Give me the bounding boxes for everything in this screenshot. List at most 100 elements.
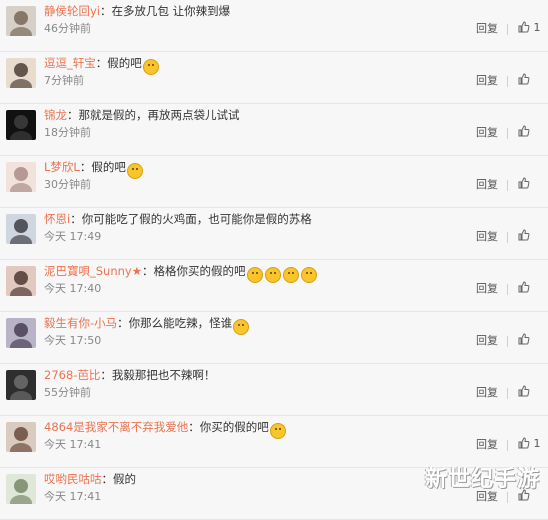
reply-button[interactable]: 回复 [476,334,498,348]
divider [507,492,508,503]
avatar[interactable] [6,318,36,348]
thumbs-up-icon [518,437,530,454]
thumbs-up-icon [518,281,530,298]
divider [507,336,508,347]
timestamp: 今天 17:40 [44,282,102,295]
username-link[interactable]: 静侯轮回yi [44,4,100,18]
comment-line: 怀恩i：你可能吃了假的火鸡面，也可能你是假的苏格 [44,210,313,228]
reply-button[interactable]: 回复 [476,282,498,296]
reply-button[interactable]: 回复 [476,230,498,244]
comment-row: 2768-芭比：我毅那把也不辣啊！ 55分钟前 回复 [0,364,548,416]
divider [507,232,508,243]
comment-line: 4864是我家不离不弃我爱他：你买的假的吧 [44,418,288,439]
comment-text: ：在多放几包 让你辣到爆 [100,4,231,18]
comment-row: 静侯轮回yi：在多放几包 让你辣到爆 46分钟前 回复 1 [0,0,548,52]
username-link[interactable]: 哎哟民咕咕 [44,472,102,486]
username-link[interactable]: 逗逗_轩宝 [44,56,96,70]
like-button[interactable] [518,124,530,142]
comment-line: 泥巴寶唄_Sunny★：格格你买的假的吧 [44,262,319,283]
thumbs-up-icon [518,125,530,142]
comment-line: 哎哟民咕咕：假的 [44,470,137,488]
laugh-emoji [142,58,159,75]
like-button[interactable] [518,228,530,246]
tongue-emoji [264,266,281,283]
comment-text: ：那就是假的，再放两点袋儿试试 [67,108,240,122]
like-button[interactable]: 1 [518,20,541,38]
timestamp: 7分钟前 [44,74,84,87]
timestamp: 今天 17:41 [44,438,102,451]
timestamp: 18分钟前 [44,126,91,139]
comment-row: 怀恩i：你可能吃了假的火鸡面，也可能你是假的苏格 今天 17:49 回复 [0,208,548,260]
comment-text: ：假的吧 [95,56,142,70]
username-link[interactable]: 锦龙 [44,108,67,122]
like-button[interactable] [518,176,530,194]
avatar[interactable] [6,110,36,140]
avatar[interactable] [6,162,36,192]
like-button[interactable] [518,384,530,402]
timestamp: 46分钟前 [44,22,91,35]
like-count: 1 [533,21,541,34]
kiss-emoji [269,422,286,439]
reply-button[interactable]: 回复 [476,22,498,36]
avatar[interactable] [6,474,36,504]
avatar[interactable] [6,266,36,296]
like-button[interactable] [518,72,530,90]
comment-text: ：假的 [101,472,137,486]
emoji-group [126,161,145,179]
comment-line: 毅生有你-小马：你那么能吃辣，怪谁 [44,314,251,335]
reply-button[interactable]: 回复 [476,126,498,140]
watermark-logo: 新世纪手游 [424,467,540,492]
comment-line: 2768-芭比：我毅那把也不辣啊！ [44,366,216,384]
tongue-emoji [246,266,263,283]
emoji-group [142,57,161,75]
comment-line: L梦欣L：假的吧 [44,158,145,179]
username-link[interactable]: 泥巴寶唄_Sunny★ [44,264,142,278]
like-button[interactable] [518,332,530,350]
timestamp: 55分钟前 [44,386,91,399]
comment-text: ：假的吧 [79,160,126,174]
divider [507,388,508,399]
avatar[interactable] [6,214,36,244]
comment-row: 锦龙：那就是假的，再放两点袋儿试试 18分钟前 回复 [0,104,548,156]
divider [507,128,508,139]
divider [507,24,508,35]
comment-text: ：你可能吃了假的火鸡面，也可能你是假的苏格 [70,212,312,226]
reply-button[interactable]: 回复 [476,386,498,400]
username-link[interactable]: 怀恩i [44,212,70,226]
emoji-group [246,265,319,283]
avatar[interactable] [6,6,36,36]
comment-text: ：你买的假的吧 [188,420,269,434]
divider [507,76,508,87]
reply-button[interactable]: 回复 [476,178,498,192]
comment-text: ：我毅那把也不辣啊！ [100,368,216,382]
smile-emoji [233,318,250,335]
comment-row: L梦欣L：假的吧 30分钟前 回复 [0,156,548,208]
comment-row: 逗逗_轩宝：假的吧 7分钟前 回复 [0,52,548,104]
like-count: 1 [533,437,541,450]
avatar[interactable] [6,422,36,452]
thumbs-up-icon [518,385,530,402]
username-link[interactable]: L梦欣L [44,160,80,174]
reply-button[interactable]: 回复 [476,438,498,452]
comment-text: ：你那么能吃辣，怪谁 [117,316,233,330]
avatar[interactable] [6,58,36,88]
comment-line: 逗逗_轩宝：假的吧 [44,54,161,75]
username-link[interactable]: 4864是我家不离不弃我爱他 [44,420,188,434]
comment-line: 锦龙：那就是假的，再放两点袋儿试试 [44,106,241,124]
avatar[interactable] [6,370,36,400]
thumbs-up-icon [518,73,530,90]
like-button[interactable] [518,280,530,298]
thumbs-up-icon [518,333,530,350]
username-link[interactable]: 2768-芭比 [44,368,100,382]
divider [507,284,508,295]
like-button[interactable]: 1 [518,436,541,454]
tongue-emoji [300,266,317,283]
comment-line: 静侯轮回yi：在多放几包 让你辣到爆 [44,2,231,20]
comment-list: 静侯轮回yi：在多放几包 让你辣到爆 46分钟前 回复 1 逗逗_轩宝：假的吧 … [0,0,548,520]
thumbs-up-icon [518,21,530,38]
thumbs-up-icon [518,229,530,246]
username-link[interactable]: 毅生有你-小马 [44,316,117,330]
timestamp: 今天 17:49 [44,230,102,243]
divider [507,440,508,451]
reply-button[interactable]: 回复 [476,74,498,88]
